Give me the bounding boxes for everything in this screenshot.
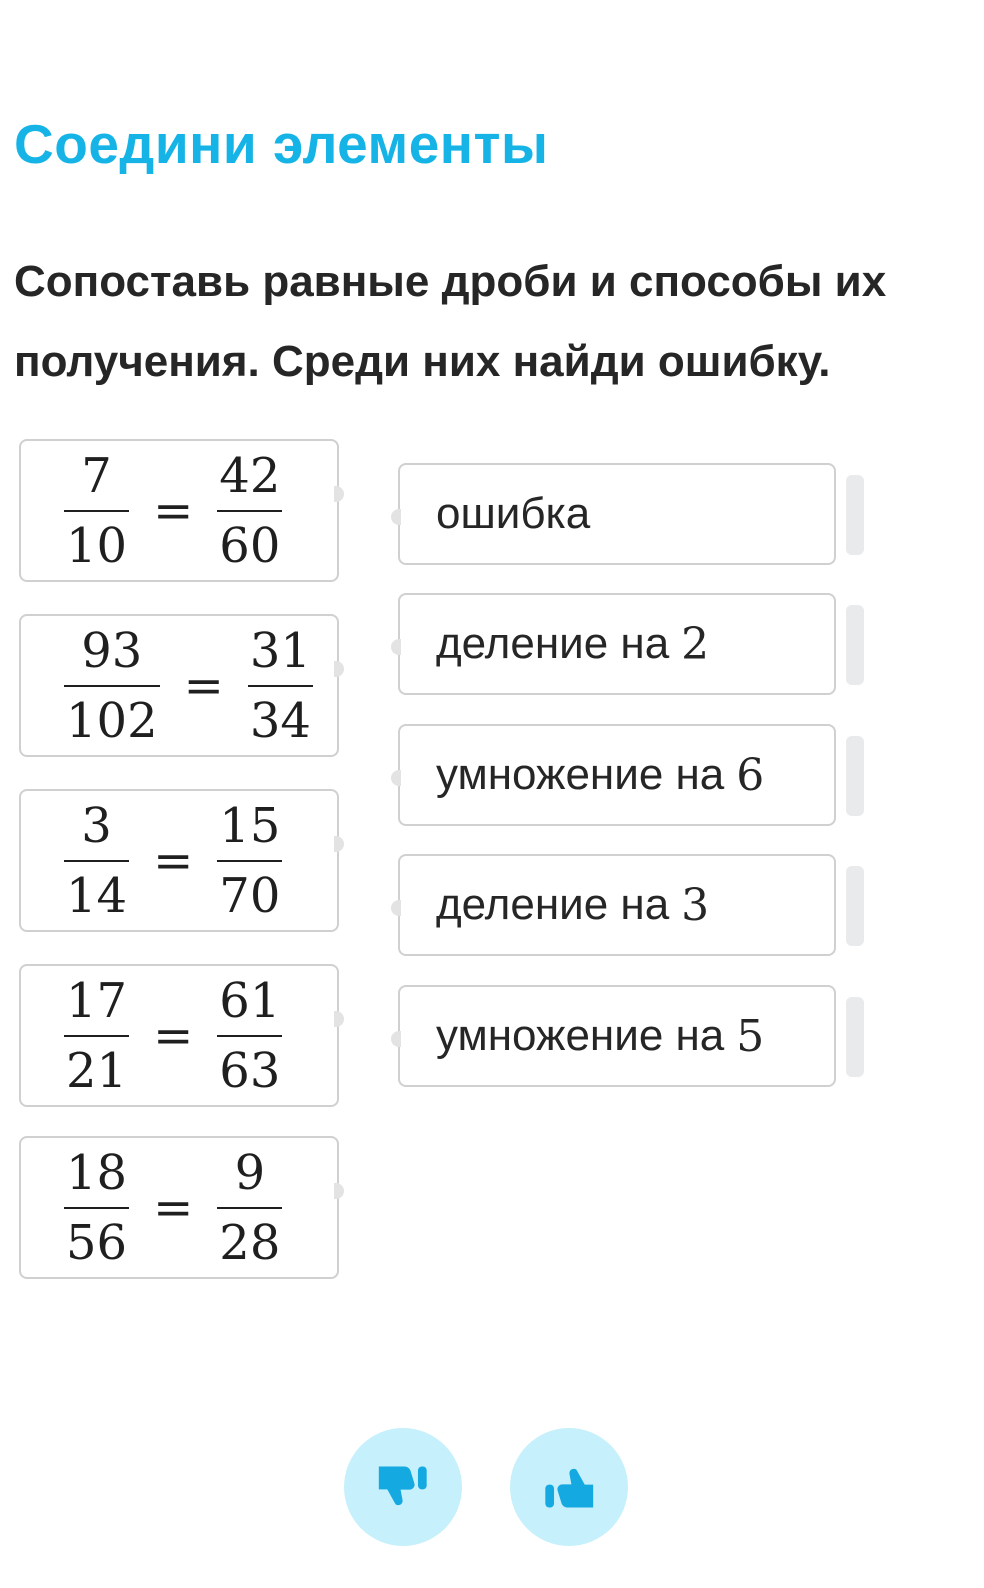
instruction-line-2: получения. Среди них найди ошибку.	[14, 337, 831, 386]
connector-dot[interactable]	[391, 1031, 401, 1047]
denominator: 70	[219, 867, 281, 924]
right-fraction: 42 60	[217, 447, 283, 574]
fraction-card-2[interactable]: 93 102 = 31 34	[19, 614, 344, 757]
connector-dot[interactable]	[391, 900, 401, 916]
page-title: Соедини элементы	[14, 113, 549, 175]
thumbs-down-icon	[378, 1466, 427, 1506]
numerator: 42	[219, 447, 281, 504]
option-card-error[interactable]: ошибка	[391, 463, 836, 565]
option-label: деление на	[436, 619, 670, 668]
right-fraction: 9 28	[217, 1144, 283, 1271]
connector-dot[interactable]	[391, 639, 401, 655]
right-fraction: 15 70	[217, 797, 283, 924]
connector-dot[interactable]	[334, 486, 344, 502]
drag-handle[interactable]	[846, 866, 864, 946]
left-fraction: 93 102	[64, 627, 160, 745]
drag-handle[interactable]	[846, 997, 864, 1077]
equals-sign: =	[153, 1007, 194, 1064]
fraction-card-3[interactable]: 3 14 = 15 70	[19, 789, 344, 932]
equals-sign: =	[183, 657, 224, 714]
option-number: 2	[681, 618, 710, 670]
drag-handle[interactable]	[846, 475, 864, 555]
left-fraction: 3 14	[64, 797, 130, 924]
right-fraction: 61 63	[217, 972, 283, 1099]
numerator: 3	[81, 797, 112, 854]
like-button[interactable]	[510, 1428, 628, 1546]
fraction-equation: 7 10 = 42 60	[21, 441, 337, 580]
fraction-equation: 17 21 = 61 63	[21, 966, 337, 1105]
numerator: 9	[234, 1144, 266, 1201]
option-label: умножение на	[436, 750, 725, 799]
left-fraction: 17 21	[64, 972, 130, 1099]
fraction-equation: 93 102 = 31 34	[21, 616, 337, 755]
option-label: ошибка	[436, 489, 591, 538]
drag-handle[interactable]	[846, 736, 864, 816]
connector-dot[interactable]	[334, 1183, 344, 1199]
numerator: 15	[219, 797, 281, 854]
option-number: 5	[736, 1010, 765, 1062]
option-label: деление на	[436, 880, 670, 929]
drag-handle[interactable]	[846, 605, 864, 685]
option-card-divide-2[interactable]: деление на 2	[391, 593, 836, 695]
connector-dot[interactable]	[334, 836, 344, 852]
connector-dot[interactable]	[334, 1011, 344, 1027]
fraction-card-1[interactable]: 7 10 = 42 60	[19, 439, 344, 582]
left-fraction: 18 56	[64, 1144, 130, 1271]
right-fraction: 31 34	[247, 622, 313, 749]
connector-dot[interactable]	[334, 661, 344, 677]
numerator: 18	[66, 1144, 128, 1201]
denominator: 10	[66, 517, 128, 574]
option-card-divide-3[interactable]: деление на 3	[391, 854, 836, 956]
connector-dot[interactable]	[391, 770, 401, 786]
equals-sign: =	[153, 482, 194, 539]
numerator: 61	[219, 972, 281, 1029]
denominator: 21	[66, 1042, 128, 1099]
numerator: 7	[81, 447, 112, 504]
numerator: 17	[66, 972, 128, 1029]
denominator: 63	[219, 1042, 281, 1099]
connector-dot[interactable]	[391, 509, 401, 525]
left-fraction: 7 10	[64, 447, 130, 574]
instruction-line-1: Сопоставь равные дроби и способы их	[14, 257, 887, 306]
numerator: 93	[81, 622, 143, 679]
option-card-multiply-5[interactable]: умножение на 5	[391, 985, 836, 1087]
denominator: 102	[66, 692, 158, 749]
fraction-equation: 3 14 = 15 70	[21, 791, 337, 930]
denominator: 28	[219, 1214, 281, 1271]
option-number: 6	[736, 749, 765, 801]
fraction-card-5[interactable]: 18 56 = 9 28	[19, 1136, 344, 1279]
fraction-card-4[interactable]: 17 21 = 61 63	[19, 964, 344, 1107]
denominator: 34	[249, 692, 311, 749]
denominator: 56	[66, 1214, 128, 1271]
thumbs-up-icon	[545, 1468, 594, 1508]
option-number: 3	[681, 879, 710, 931]
equals-sign: =	[153, 832, 194, 889]
numerator: 31	[249, 622, 311, 679]
denominator: 14	[66, 867, 128, 924]
option-label: умножение на	[436, 1011, 725, 1060]
denominator: 60	[219, 517, 281, 574]
dislike-button[interactable]	[344, 1428, 462, 1546]
equals-sign: =	[153, 1179, 194, 1236]
option-card-multiply-6[interactable]: умножение на 6	[391, 724, 836, 826]
task-instruction: Сопоставь равные дроби и способы их полу…	[14, 242, 964, 402]
fraction-equation: 18 56 = 9 28	[21, 1138, 337, 1277]
